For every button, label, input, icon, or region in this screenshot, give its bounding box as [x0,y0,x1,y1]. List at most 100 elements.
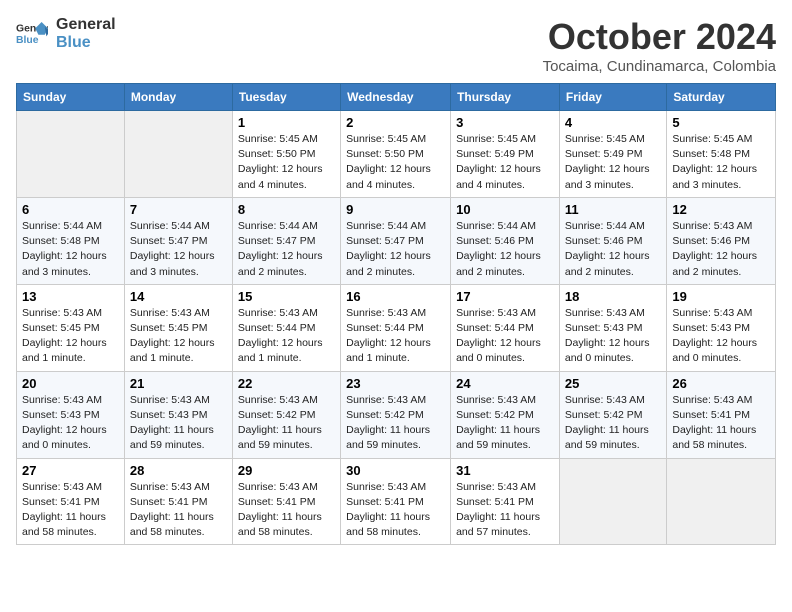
day-number: 29 [238,463,335,478]
day-of-week-header: Friday [559,84,666,111]
day-number: 24 [456,376,554,391]
day-of-week-header: Saturday [667,84,776,111]
calendar-cell: 25Sunrise: 5:43 AMSunset: 5:42 PMDayligh… [559,371,666,458]
calendar-cell [17,111,125,198]
day-info: Sunrise: 5:43 AMSunset: 5:45 PMDaylight:… [22,307,107,365]
day-info: Sunrise: 5:43 AMSunset: 5:42 PMDaylight:… [456,394,540,452]
day-number: 5 [672,115,770,130]
day-info: Sunrise: 5:45 AMSunset: 5:50 PMDaylight:… [238,133,323,191]
day-number: 19 [672,289,770,304]
calendar-cell: 9Sunrise: 5:44 AMSunset: 5:47 PMDaylight… [341,197,451,284]
calendar-week-row: 6 Sunrise: 5:44 AMSunset: 5:48 PMDaylight… [17,197,776,284]
calendar-cell: 26 Sunrise: 5:43 AMSunset: 5:41 PMDayligh… [667,371,776,458]
day-number: 20 [22,376,119,391]
calendar-cell: 15Sunrise: 5:43 AMSunset: 5:44 PMDayligh… [232,284,340,371]
calendar-cell: 30Sunrise: 5:43 AMSunset: 5:41 PMDayligh… [341,458,451,545]
day-number: 1 [238,115,335,130]
day-number: 3 [456,115,554,130]
day-info: Sunrise: 5:43 AMSunset: 5:42 PMDaylight:… [565,394,649,452]
calendar-week-row: 13 Sunrise: 5:43 AMSunset: 5:45 PMDayligh… [17,284,776,371]
calendar-cell: 23 Sunrise: 5:43 AMSunset: 5:42 PMDayligh… [341,371,451,458]
calendar-cell: 24 Sunrise: 5:43 AMSunset: 5:42 PMDayligh… [451,371,560,458]
calendar-cell [124,111,232,198]
calendar-cell: 1 Sunrise: 5:45 AMSunset: 5:50 PMDaylight… [232,111,340,198]
day-info: Sunrise: 5:43 AMSunset: 5:41 PMDaylight:… [238,481,322,539]
day-number: 27 [22,463,119,478]
day-info: Sunrise: 5:43 AMSunset: 5:43 PMDaylight:… [565,307,650,365]
day-of-week-header: Thursday [451,84,560,111]
calendar-cell: 4Sunrise: 5:45 AMSunset: 5:49 PMDaylight… [559,111,666,198]
calendar-cell: 11Sunrise: 5:44 AMSunset: 5:46 PMDayligh… [559,197,666,284]
calendar-cell: 8 Sunrise: 5:44 AMSunset: 5:47 PMDaylight… [232,197,340,284]
day-info: Sunrise: 5:45 AMSunset: 5:49 PMDaylight:… [456,133,541,191]
logo-icon: General Blue [16,20,48,48]
calendar-cell: 10 Sunrise: 5:44 AMSunset: 5:46 PMDayligh… [451,197,560,284]
day-number: 17 [456,289,554,304]
day-of-week-header: Wednesday [341,84,451,111]
day-info: Sunrise: 5:44 AMSunset: 5:47 PMDaylight:… [130,220,215,278]
day-info: Sunrise: 5:43 AMSunset: 5:41 PMDaylight:… [22,481,106,539]
day-number: 26 [672,376,770,391]
day-info: Sunrise: 5:44 AMSunset: 5:46 PMDaylight:… [456,220,541,278]
calendar-cell: 27 Sunrise: 5:43 AMSunset: 5:41 PMDayligh… [17,458,125,545]
calendar-cell: 7 Sunrise: 5:44 AMSunset: 5:47 PMDaylight… [124,197,232,284]
day-info: Sunrise: 5:43 AMSunset: 5:42 PMDaylight:… [346,394,430,452]
logo: General Blue General Blue [16,16,116,51]
svg-text:Blue: Blue [16,34,39,45]
day-info: Sunrise: 5:43 AMSunset: 5:43 PMDaylight:… [22,394,107,452]
day-info: Sunrise: 5:44 AMSunset: 5:48 PMDaylight:… [22,220,107,278]
day-of-week-header: Tuesday [232,84,340,111]
month-title: October 2024 [543,16,776,58]
day-number: 30 [346,463,445,478]
day-number: 28 [130,463,227,478]
day-info: Sunrise: 5:43 AMSunset: 5:41 PMDaylight:… [672,394,756,452]
day-info: Sunrise: 5:43 AMSunset: 5:46 PMDaylight:… [672,220,757,278]
calendar-cell: 2Sunrise: 5:45 AMSunset: 5:50 PMDaylight… [341,111,451,198]
calendar-cell: 16Sunrise: 5:43 AMSunset: 5:44 PMDayligh… [341,284,451,371]
day-info: Sunrise: 5:43 AMSunset: 5:43 PMDaylight:… [130,394,214,452]
title-block: October 2024 Tocaima, Cundinamarca, Colo… [543,16,776,75]
day-info: Sunrise: 5:45 AMSunset: 5:50 PMDaylight:… [346,133,431,191]
day-info: Sunrise: 5:43 AMSunset: 5:44 PMDaylight:… [238,307,323,365]
calendar-cell: 6 Sunrise: 5:44 AMSunset: 5:48 PMDaylight… [17,197,125,284]
day-info: Sunrise: 5:43 AMSunset: 5:45 PMDaylight:… [130,307,215,365]
calendar-cell: 13 Sunrise: 5:43 AMSunset: 5:45 PMDayligh… [17,284,125,371]
day-number: 10 [456,202,554,217]
calendar-cell: 18 Sunrise: 5:43 AMSunset: 5:43 PMDayligh… [559,284,666,371]
day-number: 13 [22,289,119,304]
day-number: 8 [238,202,335,217]
page-header: General Blue General Blue October 2024 T… [16,16,776,75]
calendar-week-row: 1 Sunrise: 5:45 AMSunset: 5:50 PMDaylight… [17,111,776,198]
day-number: 22 [238,376,335,391]
day-number: 9 [346,202,445,217]
calendar-cell: 19Sunrise: 5:43 AMSunset: 5:43 PMDayligh… [667,284,776,371]
calendar-week-row: 27 Sunrise: 5:43 AMSunset: 5:41 PMDayligh… [17,458,776,545]
day-info: Sunrise: 5:45 AMSunset: 5:48 PMDaylight:… [672,133,757,191]
day-number: 21 [130,376,227,391]
day-number: 23 [346,376,445,391]
calendar-cell: 14 Sunrise: 5:43 AMSunset: 5:45 PMDayligh… [124,284,232,371]
calendar-cell: 28Sunrise: 5:43 AMSunset: 5:41 PMDayligh… [124,458,232,545]
calendar-table: SundayMondayTuesdayWednesdayThursdayFrid… [16,83,776,545]
day-number: 4 [565,115,661,130]
day-info: Sunrise: 5:43 AMSunset: 5:42 PMDaylight:… [238,394,322,452]
calendar-cell [667,458,776,545]
day-number: 31 [456,463,554,478]
day-number: 16 [346,289,445,304]
logo-text-blue: Blue [56,34,116,52]
calendar-cell: 31 Sunrise: 5:43 AMSunset: 5:41 PMDayligh… [451,458,560,545]
calendar-cell [559,458,666,545]
location-subtitle: Tocaima, Cundinamarca, Colombia [543,58,776,75]
day-number: 6 [22,202,119,217]
day-info: Sunrise: 5:43 AMSunset: 5:41 PMDaylight:… [456,481,540,539]
day-number: 11 [565,202,661,217]
calendar-cell: 17Sunrise: 5:43 AMSunset: 5:44 PMDayligh… [451,284,560,371]
day-info: Sunrise: 5:44 AMSunset: 5:47 PMDaylight:… [238,220,323,278]
calendar-week-row: 20 Sunrise: 5:43 AMSunset: 5:43 PMDayligh… [17,371,776,458]
day-of-week-header: Sunday [17,84,125,111]
day-number: 7 [130,202,227,217]
calendar-cell: 12Sunrise: 5:43 AMSunset: 5:46 PMDayligh… [667,197,776,284]
calendar-cell: 21 Sunrise: 5:43 AMSunset: 5:43 PMDayligh… [124,371,232,458]
day-number: 18 [565,289,661,304]
day-number: 14 [130,289,227,304]
